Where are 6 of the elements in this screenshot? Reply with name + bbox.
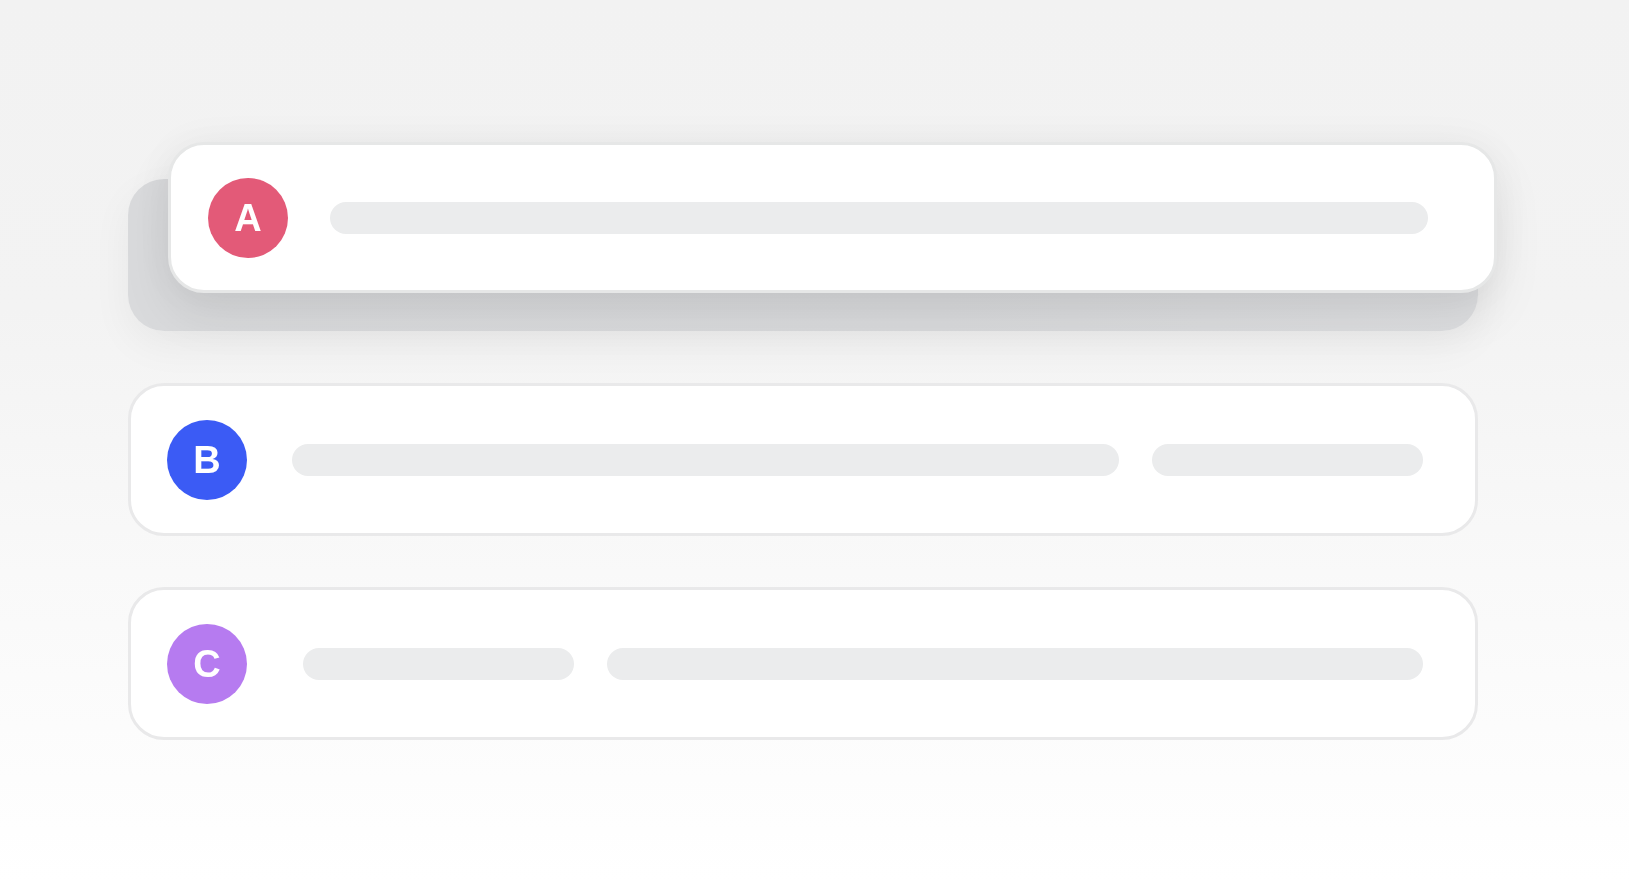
avatar: B: [167, 419, 247, 500]
list-card[interactable]: B: [128, 383, 1478, 536]
list-card[interactable]: A: [168, 142, 1497, 293]
avatar: C: [167, 623, 247, 704]
avatar: A: [208, 177, 288, 258]
list-card[interactable]: C: [128, 587, 1478, 740]
